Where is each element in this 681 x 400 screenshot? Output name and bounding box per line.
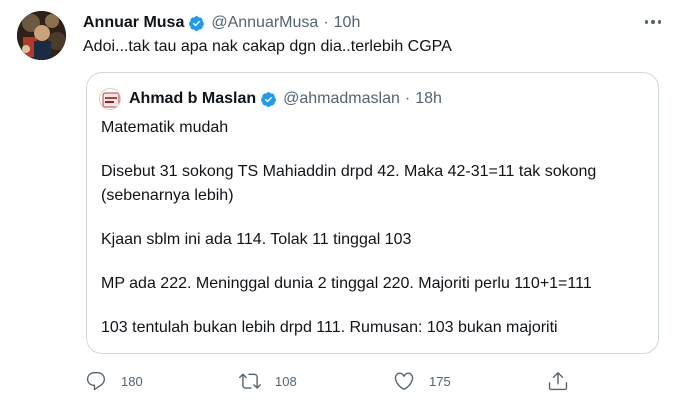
separator-dot: · xyxy=(404,90,411,107)
quoted-author-name: Ahmad b Maslan xyxy=(129,90,257,107)
tweet-header: Annuar Musa @AnnuarMusa · 10h xyxy=(83,12,360,34)
share-icon xyxy=(548,372,568,391)
quoted-author-avatar xyxy=(99,88,121,110)
tweet-timestamp[interactable]: 10h xyxy=(334,14,361,32)
author-name[interactable]: Annuar Musa xyxy=(83,14,184,32)
like-count: 175 xyxy=(429,373,451,389)
quoted-text-line: Disebut 31 sokong TS Mahiaddin drpd 42. … xyxy=(101,163,597,180)
quoted-tweet[interactable]: Ahmad b Maslan @ahmadmaslan · 18h Matema… xyxy=(86,72,659,354)
author-avatar[interactable] xyxy=(17,11,66,60)
quoted-tweet-timestamp: 18h xyxy=(415,90,442,107)
like-button[interactable]: 175 xyxy=(393,368,451,394)
reply-count: 180 xyxy=(121,373,143,389)
retweet-icon xyxy=(239,373,261,389)
reply-button[interactable]: 180 xyxy=(85,368,143,394)
quoted-text-line: 103 tentulah bukan lebih drpd 111. Rumus… xyxy=(101,319,558,336)
tweet-text: Adoi...tak tau apa nak cakap dgn dia..te… xyxy=(83,38,452,55)
quoted-author-handle: @ahmadmaslan xyxy=(283,90,400,107)
quoted-text-line: Kjaan sblm ini ada 114. Tolak 11 tinggal… xyxy=(101,231,412,248)
author-handle[interactable]: @AnnuarMusa xyxy=(211,14,318,32)
like-icon xyxy=(394,372,414,390)
quoted-text-line: (sebenarnya lebih) xyxy=(101,187,234,204)
quoted-text-line: MP ada 222. Meninggal dunia 2 tinggal 22… xyxy=(101,275,592,292)
more-options-icon[interactable] xyxy=(641,11,665,33)
separator-dot: · xyxy=(323,14,329,31)
verified-badge-icon xyxy=(261,91,277,107)
reply-icon xyxy=(86,372,106,391)
retweet-button[interactable]: 108 xyxy=(239,368,297,394)
tweet: Annuar Musa @AnnuarMusa · 10h Adoi...tak… xyxy=(0,0,681,400)
verified-badge-icon xyxy=(189,15,205,31)
tweet-actions: 180 108 175 xyxy=(0,368,681,394)
share-button[interactable] xyxy=(547,368,569,394)
quoted-tweet-header: Ahmad b Maslan @ahmadmaslan · 18h xyxy=(99,88,442,110)
quoted-text-line: Matematik mudah xyxy=(101,119,229,136)
retweet-count: 108 xyxy=(275,373,297,389)
